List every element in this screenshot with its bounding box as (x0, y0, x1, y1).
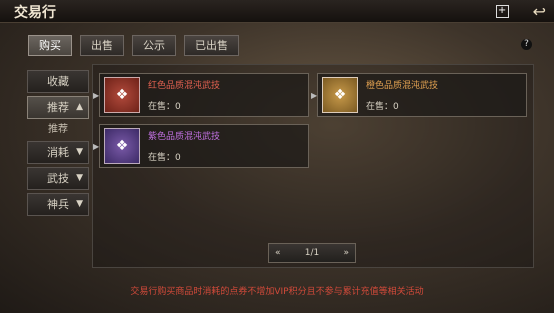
trade-tabs: 购买 出售 公示 已出售 (28, 35, 239, 56)
sidebar-item-martial[interactable]: 武技 ▼ (27, 167, 89, 190)
item-stock: 在售：0 (148, 102, 181, 112)
sidebar-item-label: 神兵 (47, 198, 69, 211)
item-icon-red: ❖ (104, 77, 140, 113)
arrow-right-icon: ▶ (93, 142, 100, 151)
sidebar-item-consumables[interactable]: 消耗 ▼ (27, 141, 89, 164)
item-stock: 在售：0 (366, 102, 399, 112)
item-icon-orange: ❖ (322, 77, 358, 113)
sidebar-item-label: 消耗 (47, 146, 69, 159)
top-bar: 交易行 + ↩ (0, 0, 554, 23)
chevron-down-icon: ▼ (76, 147, 83, 157)
prev-page-button[interactable]: « (269, 248, 287, 258)
sidebar-subitem-recommend[interactable]: 推荐 (27, 122, 89, 138)
page-title: 交易行 (14, 5, 56, 21)
sidebar-item-label: 推荐 (47, 101, 69, 114)
sidebar-item-label: 武技 (47, 172, 69, 185)
help-icon[interactable]: ? (521, 39, 532, 50)
tab-sold[interactable]: 已出售 (184, 35, 239, 56)
tab-buy[interactable]: 购买 (28, 35, 72, 56)
sidebar-item-recommend[interactable]: 推荐 ▲ (27, 96, 89, 119)
arrow-right-icon: ▶ (93, 91, 100, 100)
pagination: « 1/1 » (268, 243, 356, 263)
page-indicator: 1/1 (304, 248, 320, 258)
chevron-down-icon: ▼ (76, 173, 83, 183)
chevron-down-icon: ▼ (76, 199, 83, 209)
notice-text: 交易行购买商品时消耗的点券不增加VIP积分且不参与累计充值等相关活动 (130, 287, 424, 297)
item-icon-purple: ❖ (104, 128, 140, 164)
sidebar-item-weapons[interactable]: 神兵 ▼ (27, 193, 89, 216)
tab-announce[interactable]: 公示 (132, 35, 176, 56)
item-card-purple[interactable]: ▶ ❖ 紫色品质混沌武技 在售：0 (93, 124, 309, 168)
item-name: 橙色品质混沌武技 (366, 81, 439, 91)
sidebar-item-favorites[interactable]: 收藏 (27, 70, 89, 93)
back-icon[interactable]: ↩ (533, 2, 546, 21)
item-stock: 在售：0 (148, 153, 181, 163)
item-card-orange[interactable]: ▶ ❖ 橙色品质混沌武技 在售：0 (311, 73, 527, 117)
item-list-panel: ▶ ❖ 红色品质混沌武技 在售：0 ▶ ❖ 橙色品质混沌武技 在售：0 ▶ ❖ … (92, 64, 534, 268)
arrow-right-icon: ▶ (311, 91, 318, 100)
next-page-button[interactable]: » (337, 248, 355, 258)
tab-sell[interactable]: 出售 (80, 35, 124, 56)
item-card-red[interactable]: ▶ ❖ 红色品质混沌武技 在售：0 (93, 73, 309, 117)
add-currency-button[interactable]: + (495, 5, 509, 18)
item-name: 紫色品质混沌武技 (148, 132, 221, 142)
item-name: 红色品质混沌武技 (148, 81, 221, 91)
category-sidebar: 收藏 推荐 ▲ 推荐 消耗 ▼ 武技 ▼ 神兵 ▼ (27, 70, 89, 219)
top-right-controls: + ↩ (495, 2, 546, 21)
chevron-up-icon: ▲ (76, 102, 83, 112)
